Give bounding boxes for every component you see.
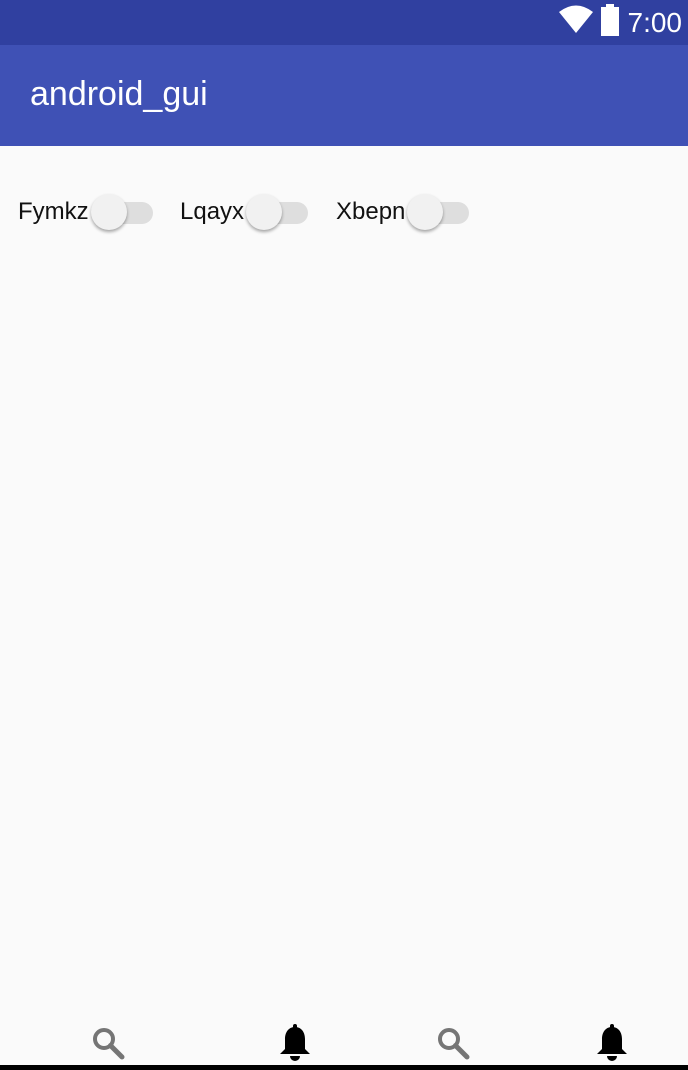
- nav-search-button-1[interactable]: [88, 1025, 128, 1065]
- bottom-nav: [0, 1019, 688, 1065]
- lqayx-switch[interactable]: [246, 192, 309, 232]
- switch-item-fymkz[interactable]: Fymkz: [18, 192, 153, 232]
- nav-notifications-button-1[interactable]: [275, 1023, 315, 1067]
- switch-label: Xbepn: [336, 198, 406, 225]
- status-bar: 7:00: [0, 0, 688, 45]
- switch-thumb: [407, 194, 444, 230]
- nav-notifications-button-2[interactable]: [592, 1023, 632, 1067]
- navigation-bar-edge: [0, 1065, 688, 1070]
- search-icon: [435, 1025, 471, 1066]
- switch-row: Fymkz Lqayx Xbepn: [0, 192, 688, 232]
- app-bar: android_gui: [0, 45, 688, 146]
- battery-icon: [600, 4, 620, 41]
- xbepn-switch[interactable]: [407, 192, 470, 232]
- switch-item-lqayx[interactable]: Lqayx: [180, 192, 309, 232]
- switch-label: Lqayx: [180, 198, 245, 225]
- bell-icon: [278, 1023, 312, 1067]
- bell-icon: [595, 1023, 629, 1067]
- search-icon: [90, 1025, 126, 1066]
- nav-search-button-2[interactable]: [433, 1025, 473, 1065]
- switch-thumb: [90, 194, 127, 230]
- fymkz-switch[interactable]: [90, 192, 153, 232]
- switch-label: Fymkz: [18, 198, 89, 225]
- switch-item-xbepn[interactable]: Xbepn: [336, 192, 470, 232]
- switch-thumb: [246, 194, 283, 230]
- status-icons: 7:00: [558, 0, 683, 45]
- wifi-icon: [558, 5, 594, 40]
- status-time: 7:00: [627, 6, 683, 38]
- app-title: android_gui: [30, 75, 208, 113]
- main-content: Fymkz Lqayx Xbepn: [0, 146, 688, 1019]
